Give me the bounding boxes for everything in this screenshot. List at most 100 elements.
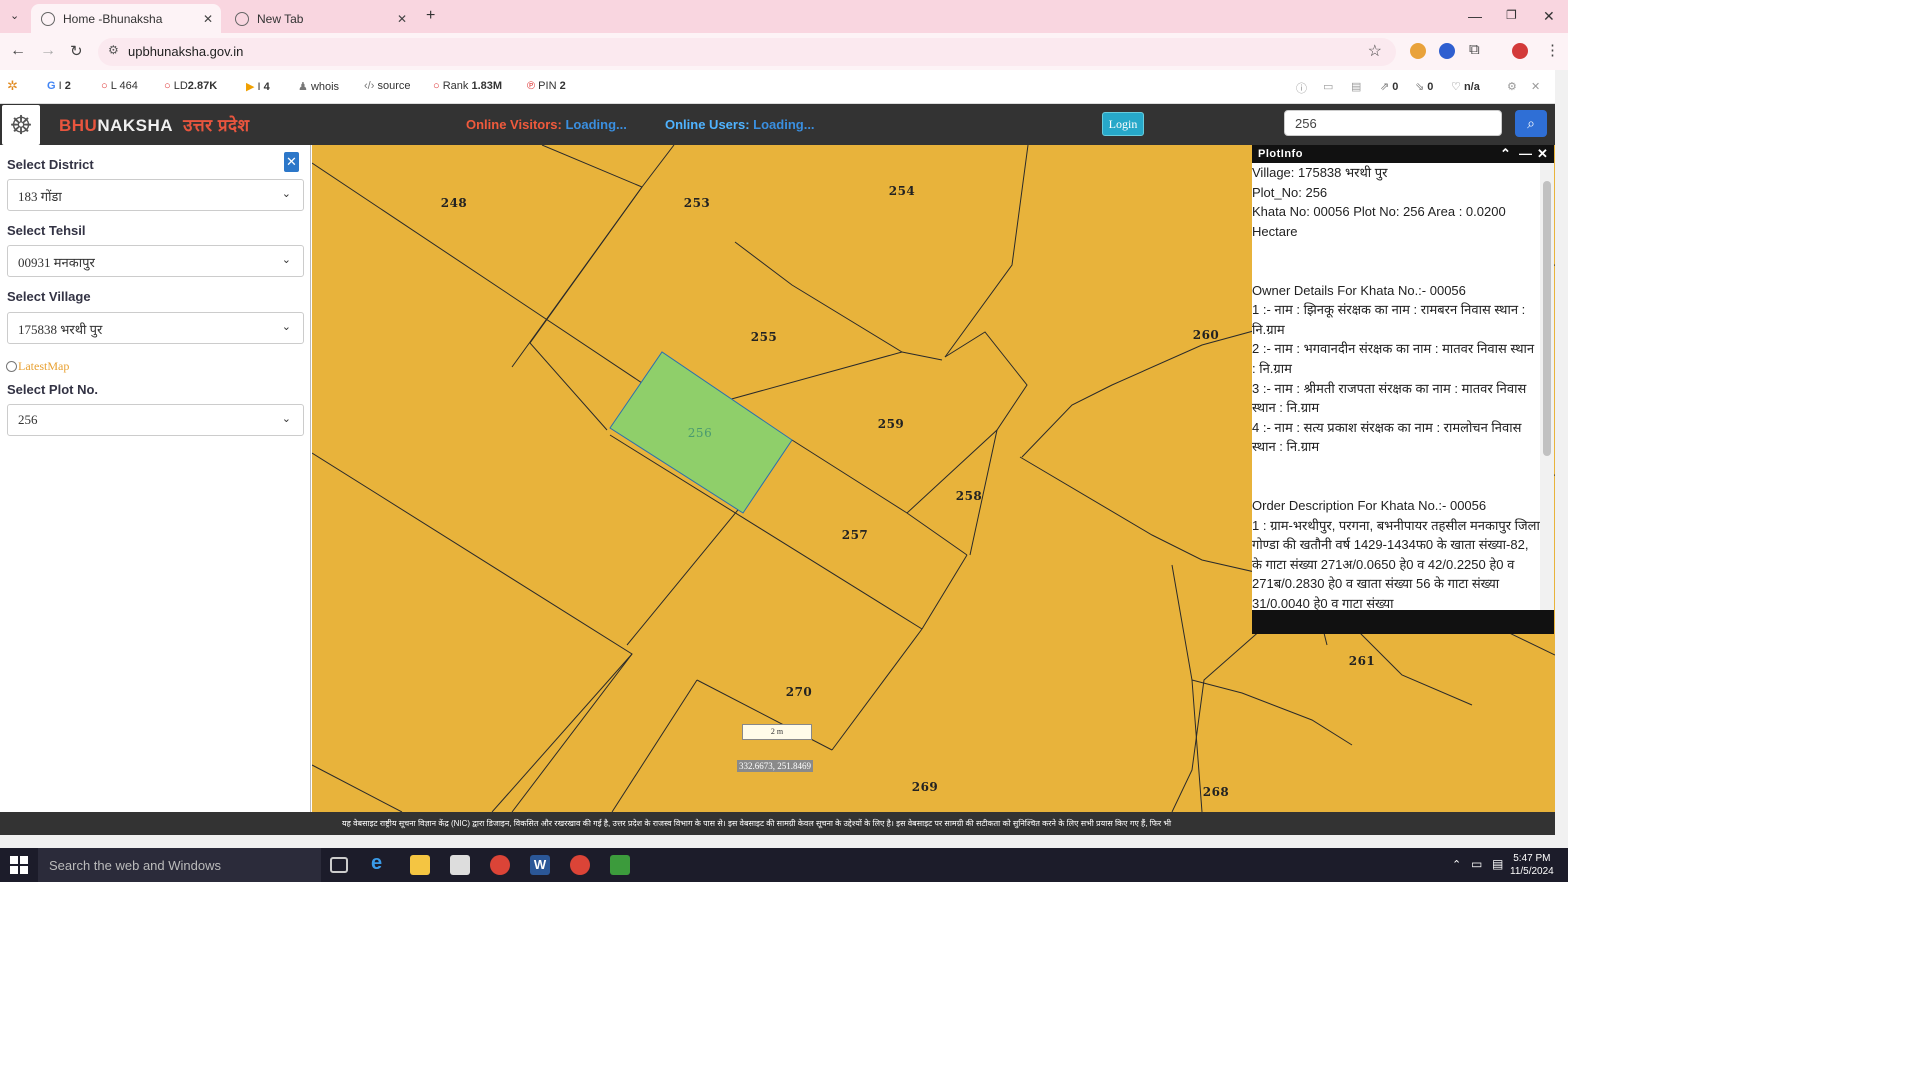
external-links[interactable]: ⇗ 0	[1380, 80, 1398, 93]
plot-label-260[interactable]: 260	[1193, 328, 1220, 342]
tehsil-select[interactable]: 00931 मनकापुर ⌄	[7, 245, 304, 277]
district-select[interactable]: 183 गोंडा ⌄	[7, 179, 304, 211]
latest-map-radio[interactable]: LatestMap	[6, 359, 69, 374]
reload-icon[interactable]: ↻	[70, 42, 83, 60]
close-toolbar-icon[interactable]: ✕	[1531, 80, 1540, 93]
plot-value: 256	[18, 412, 38, 427]
bookmark-star-icon[interactable]: ☆	[1368, 41, 1382, 61]
plot-label-255[interactable]: 255	[751, 330, 778, 344]
plot-label-269[interactable]: 269	[912, 780, 939, 794]
internal-links[interactable]: ⇘ 0	[1415, 80, 1433, 93]
edge-icon[interactable]: e	[371, 852, 391, 874]
tab-list-icon[interactable]: ⌄	[10, 9, 19, 22]
plot-label-258[interactable]: 258	[956, 489, 983, 503]
chrome-icon[interactable]	[490, 855, 510, 875]
close-tab-icon[interactable]: ✕	[397, 12, 407, 26]
globe-icon	[41, 11, 55, 26]
network-icon[interactable]: ▭	[1471, 857, 1482, 871]
close-panel-icon[interactable]: ✕	[1537, 146, 1548, 162]
village-value: 175838 भरथी पुर	[18, 322, 103, 337]
na-value[interactable]: ♡ n/a	[1451, 80, 1480, 93]
plot-label-253[interactable]: 253	[684, 196, 711, 210]
monitor-icon[interactable]: ▭	[1323, 80, 1333, 93]
source-link[interactable]: ‹/› source	[364, 80, 410, 92]
plot-label-256[interactable]: 256	[688, 426, 712, 440]
system-clock[interactable]: 5:47 PM 11/5/2024	[1510, 852, 1554, 878]
scrollbar-thumb[interactable]	[1543, 181, 1551, 456]
extensions-puzzle-icon[interactable]: ⧉	[1469, 41, 1480, 58]
close-window-icon[interactable]: ✕	[1543, 8, 1555, 25]
minimize-icon[interactable]: —	[1468, 8, 1482, 24]
chrome-active-icon[interactable]	[570, 855, 590, 875]
extension-icon[interactable]	[1410, 43, 1426, 59]
close-panel-button[interactable]: ✕	[284, 152, 299, 172]
heart-icon: ♡	[1451, 81, 1461, 93]
store-icon[interactable]	[450, 855, 470, 875]
profile-avatar-icon[interactable]	[1512, 43, 1528, 59]
plot-info-footer	[1252, 610, 1554, 634]
extension-icon[interactable]	[1439, 43, 1455, 59]
bing-index[interactable]: ▶ I 4	[246, 80, 270, 93]
plot-info-panel: PlotInfo ⌃ — ✕ Village: 175838 भरथी पुर P…	[1252, 145, 1554, 634]
tab-bhunaksha[interactable]: Home -Bhunaksha ✕	[31, 4, 221, 33]
plot-label-257[interactable]: 257	[842, 528, 869, 542]
plot-label-248[interactable]: 248	[441, 196, 468, 210]
login-button[interactable]: Login	[1102, 112, 1144, 136]
tab-new-tab[interactable]: New Tab ✕	[225, 4, 415, 33]
task-view-icon[interactable]	[330, 857, 348, 873]
word-icon[interactable]: W	[530, 855, 550, 875]
site-info-icon[interactable]: ⚙	[108, 43, 119, 57]
back-icon[interactable]: ←	[10, 42, 26, 60]
plot-select[interactable]: 256 ⌄	[7, 404, 304, 436]
plot-label-254[interactable]: 254	[889, 184, 916, 198]
clock-time: 5:47 PM	[1513, 853, 1551, 864]
plot-info-scrollbar[interactable]	[1540, 163, 1554, 610]
rank-value[interactable]: ○ Rank 1.83M	[433, 80, 502, 92]
page-vertical-scrollbar[interactable]	[1555, 70, 1568, 835]
links-count[interactable]: ○ L 464	[101, 80, 138, 92]
menu-kebab-icon[interactable]: ⋮	[1545, 41, 1560, 59]
ld-count[interactable]: ○ LD2.87K	[164, 80, 217, 92]
chevron-down-icon: ⌄	[281, 188, 291, 200]
new-tab-button[interactable]: +	[426, 7, 435, 25]
google-index[interactable]: G I 2	[47, 80, 71, 92]
whois-link[interactable]: ♟ whois	[298, 80, 339, 93]
search-button[interactable]: ⌕	[1515, 110, 1547, 137]
browser-tab-bar: ⌄ Home -Bhunaksha ✕ New Tab ✕ + — ❐ ✕	[0, 0, 1568, 33]
taskbar-search[interactable]: Search the web and Windows	[38, 848, 321, 882]
file-explorer-icon[interactable]	[410, 855, 430, 875]
scale-bar: 2 m	[742, 724, 812, 740]
address-bar[interactable]: ⚙ upbhunaksha.gov.in ☆	[98, 38, 1396, 66]
url-text[interactable]: upbhunaksha.gov.in	[128, 44, 243, 59]
plot-label-259[interactable]: 259	[878, 417, 905, 431]
info-icon[interactable]: ⓘ	[1296, 80, 1307, 96]
brand-naksha: NAKSHA	[97, 116, 174, 135]
tray-chevron-icon[interactable]: ⌃	[1452, 858, 1461, 871]
village-select[interactable]: 175838 भरथी पुर ⌄	[7, 312, 304, 344]
plot-label-261[interactable]: 261	[1349, 654, 1376, 668]
plot-label-270[interactable]: 270	[786, 685, 813, 699]
up-emblem-logo[interactable]: ☸	[2, 105, 40, 145]
collapse-icon[interactable]: ⌃	[1500, 146, 1511, 162]
plot-search-input[interactable]: 256	[1284, 110, 1502, 136]
seoquake-logo-icon[interactable]: ✲	[7, 78, 18, 94]
forward-icon[interactable]: →	[40, 42, 56, 60]
minimize-panel-icon[interactable]: —	[1519, 146, 1533, 161]
close-icon: ✕	[286, 154, 297, 169]
settings-gear-icon[interactable]: ⚙	[1507, 80, 1517, 93]
plot-label: Select Plot No.	[7, 382, 99, 397]
close-tab-icon[interactable]: ✕	[203, 12, 213, 26]
doc-icon[interactable]: ▤	[1351, 80, 1361, 93]
windows-start-icon[interactable]	[10, 856, 28, 874]
site-brand[interactable]: BHUNAKSHA उत्तर प्रदेश	[59, 113, 250, 136]
page-horizontal-scrollbar[interactable]	[0, 835, 1568, 848]
plot-label-268[interactable]: 268	[1203, 785, 1230, 799]
action-center-icon[interactable]: ▤	[1492, 857, 1503, 871]
radio-icon[interactable]	[6, 361, 17, 372]
notepad-icon[interactable]	[610, 855, 630, 875]
plot-info-line: Village: 175838 भरथी पुर	[1252, 165, 1388, 180]
plot-info-line	[1252, 241, 1540, 261]
restore-icon[interactable]: ❐	[1506, 8, 1517, 22]
chevron-down-icon: ⌄	[281, 254, 291, 266]
pin-value[interactable]: ℗ PIN 2	[527, 80, 566, 92]
